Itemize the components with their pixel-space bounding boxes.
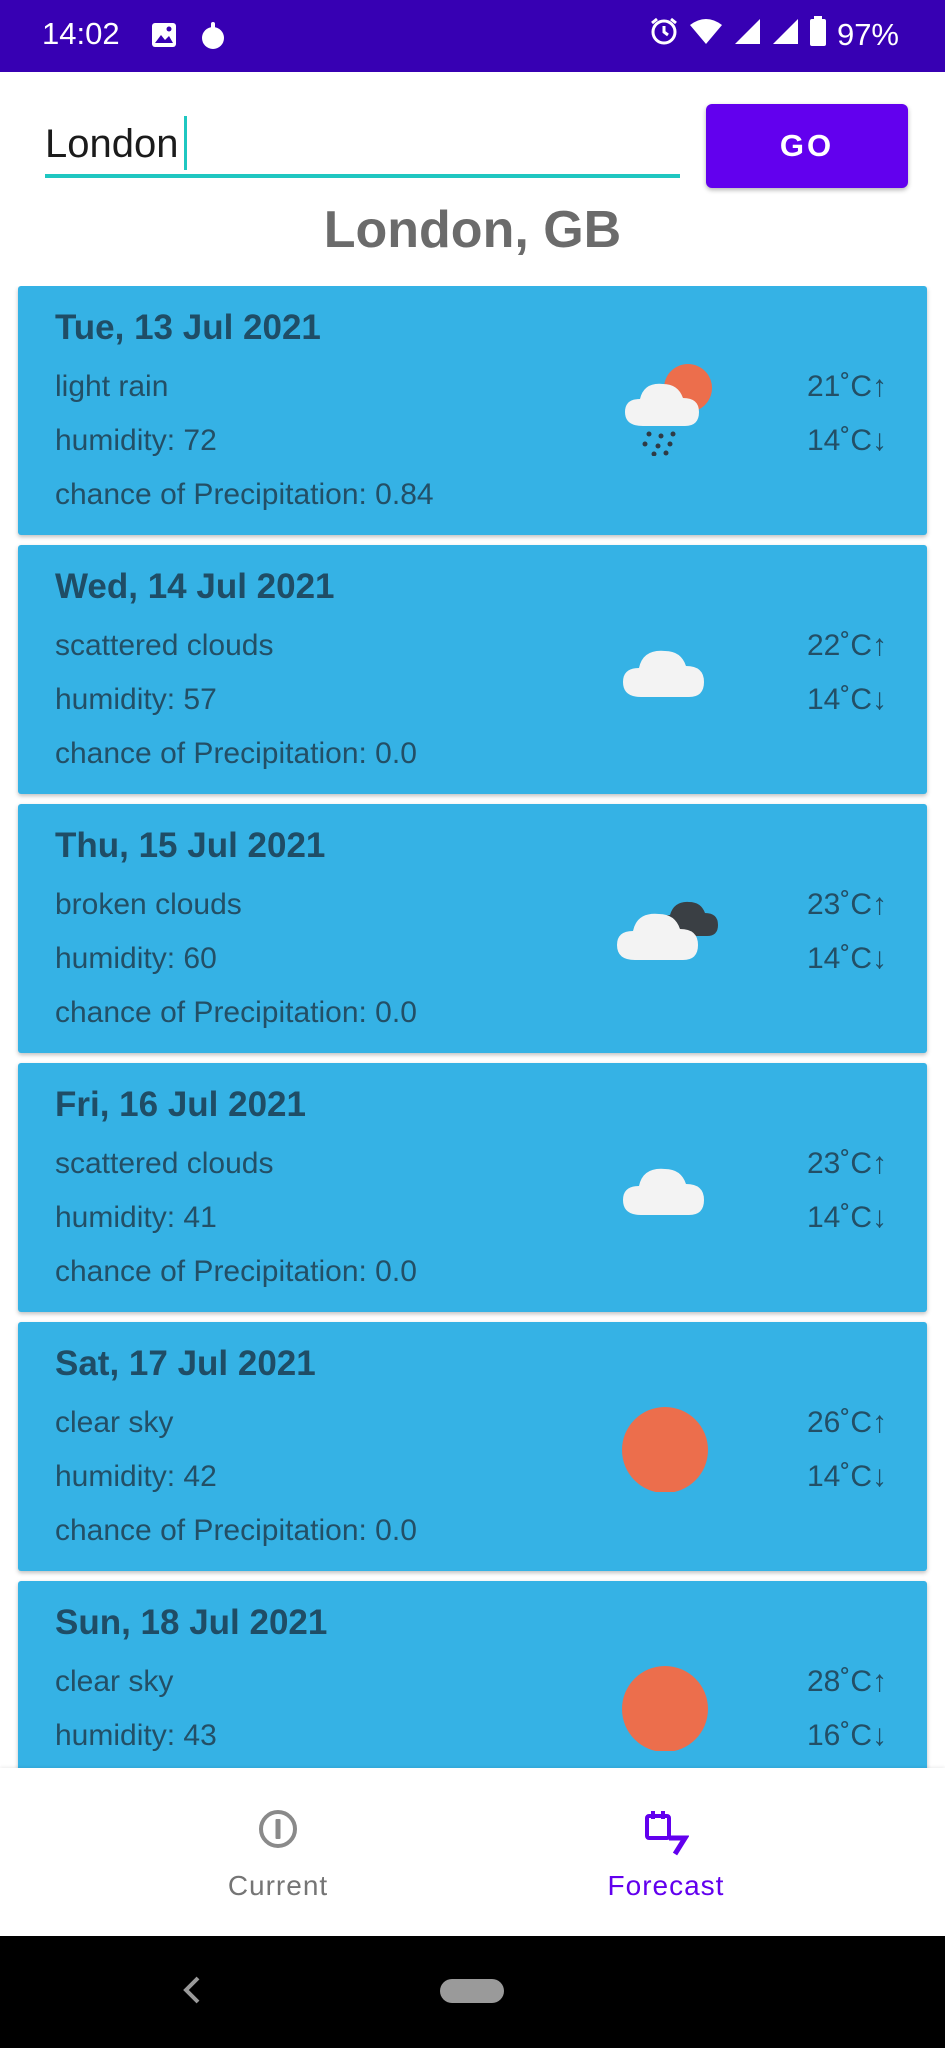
broken-clouds-icon: [603, 874, 733, 974]
battery-icon: [809, 16, 827, 54]
home-pill-icon[interactable]: [440, 1979, 504, 2003]
forecast-precipitation: chance of Precipitation: 0.84: [55, 478, 434, 511]
forecast-description: scattered clouds: [55, 1147, 274, 1180]
forecast-date: Sun, 18 Jul 2021: [55, 1603, 328, 1642]
forecast-card: Sun, 18 Jul 2021 clear sky humidity: 43 …: [18, 1581, 927, 1768]
app-notification-icon: [200, 20, 226, 55]
status-system-icons: 97%: [649, 16, 899, 54]
forecast-humidity: humidity: 42: [55, 1460, 217, 1493]
forecast-description: clear sky: [55, 1665, 174, 1698]
forecast-max-temp: 23˚C↑: [806, 888, 887, 921]
signal-icon: [771, 17, 799, 53]
status-notification-icons: [150, 20, 226, 55]
status-time: 14:02: [42, 16, 120, 51]
text-caret: [184, 116, 187, 170]
forecast-max-temp: 22˚C↑: [806, 629, 887, 662]
forecast-date: Wed, 14 Jul 2021: [55, 567, 335, 606]
forecast-humidity: humidity: 41: [55, 1201, 217, 1234]
city-search-field[interactable]: [45, 108, 680, 178]
nav-label-forecast: Forecast: [607, 1870, 725, 1901]
signal-icon: [733, 17, 761, 53]
sun-icon: [603, 1651, 733, 1752]
forecast-card: Wed, 14 Jul 2021 scattered clouds humidi…: [18, 545, 927, 794]
back-icon[interactable]: [180, 1974, 204, 2011]
wifi-icon: [689, 17, 723, 53]
forecast-humidity: humidity: 72: [55, 424, 217, 457]
forecast-date: Sat, 17 Jul 2021: [55, 1344, 316, 1383]
forecast-min-temp: 14˚C↓: [806, 942, 887, 975]
forecast-min-temp: 14˚C↓: [806, 424, 887, 457]
city-title: London, GB: [323, 201, 622, 259]
light-rain-icon: [603, 356, 733, 457]
forecast-min-temp: 16˚C↓: [806, 1719, 887, 1752]
image-icon: [150, 21, 178, 54]
forecast-min-temp: 14˚C↓: [806, 1201, 887, 1234]
forecast-list[interactable]: Tue, 13 Jul 2021 light rain humidity: 72…: [0, 286, 945, 1768]
forecast-max-temp: 26˚C↑: [806, 1406, 887, 1439]
battery-percent: 97%: [836, 17, 899, 52]
calendar-week-icon: [643, 1808, 690, 1861]
status-bar: 14:02 97%: [0, 0, 945, 72]
forecast-description: light rain: [55, 370, 169, 403]
forecast-card: Tue, 13 Jul 2021 light rain humidity: 72…: [18, 286, 927, 535]
forecast-date: Tue, 13 Jul 2021: [55, 308, 321, 347]
forecast-card: Fri, 16 Jul 2021 scattered clouds humidi…: [18, 1063, 927, 1312]
forecast-precipitation: chance of Precipitation: 0.0: [55, 1514, 417, 1547]
city-search-input[interactable]: [45, 116, 675, 172]
forecast-description: broken clouds: [55, 888, 242, 921]
go-button[interactable]: GO: [706, 104, 908, 188]
forecast-precipitation: chance of Precipitation: 0.0: [55, 996, 417, 1029]
forecast-min-temp: 14˚C↓: [806, 1460, 887, 1493]
forecast-min-temp: 14˚C↓: [806, 683, 887, 716]
system-navigation-bar: [0, 1936, 945, 2048]
cloud-icon: [603, 1133, 733, 1233]
forecast-card: Thu, 15 Jul 2021 broken clouds humidity:…: [18, 804, 927, 1053]
forecast-humidity: humidity: 57: [55, 683, 217, 716]
forecast-max-temp: 28˚C↑: [806, 1665, 887, 1698]
nav-item-forecast[interactable]: Forecast: [430, 1768, 902, 1936]
sun-icon: [603, 1392, 733, 1493]
forecast-description: scattered clouds: [55, 629, 274, 662]
alarm-icon: [649, 16, 679, 54]
forecast-humidity: humidity: 43: [55, 1719, 217, 1752]
forecast-date: Thu, 15 Jul 2021: [55, 826, 326, 865]
forecast-card: Sat, 17 Jul 2021 clear sky humidity: 42 …: [18, 1322, 927, 1571]
forecast-max-temp: 21˚C↑: [806, 370, 887, 403]
forecast-precipitation: chance of Precipitation: 0.0: [55, 737, 417, 770]
bottom-navigation: Current Forecast: [0, 1768, 945, 1936]
forecast-description: clear sky: [55, 1406, 174, 1439]
cloud-icon: [603, 615, 733, 715]
forecast-humidity: humidity: 60: [55, 942, 217, 975]
info-circle-icon: [257, 1808, 299, 1855]
forecast-date: Fri, 16 Jul 2021: [55, 1085, 306, 1124]
forecast-max-temp: 23˚C↑: [806, 1147, 887, 1180]
forecast-precipitation: chance of Precipitation: 0.0: [55, 1255, 417, 1288]
